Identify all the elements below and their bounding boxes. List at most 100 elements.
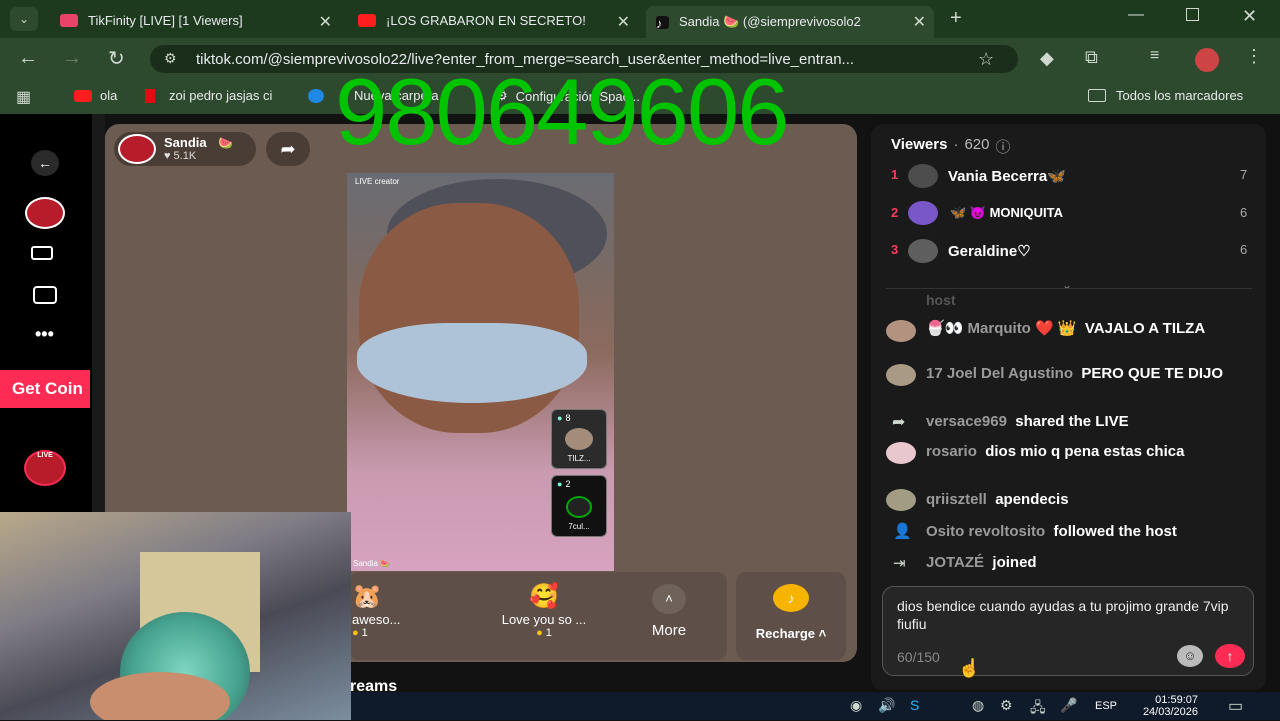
bookmark-ola[interactable]: ola [74, 88, 117, 103]
forward-icon[interactable]: → [62, 47, 82, 70]
overlay-phone-number: 980649606 [335, 59, 790, 164]
chat-input-box[interactable]: dios bendice cuando ayudas a tu projimo … [882, 586, 1254, 676]
bookmark-star-icon[interactable]: ☆ [978, 49, 994, 70]
tikfinity-favicon-icon [60, 13, 78, 27]
live-tv-icon[interactable] [33, 286, 57, 304]
viewer-avatar [908, 164, 938, 188]
emoji-icon[interactable]: ☺ [1177, 645, 1203, 667]
viewer-score: 6 [1240, 242, 1248, 257]
recharge-button[interactable]: ♪ Recharge ˄ [736, 572, 846, 660]
tiktok-favicon-icon: ♪ [656, 15, 669, 31]
chat-message: Osito revoltosito followed the host [926, 523, 1256, 541]
get-coins-button[interactable]: Get Coin [0, 370, 90, 408]
clock-date: 24/03/2026 [1142, 706, 1198, 718]
extension-icon[interactable]: ⧉ [1085, 47, 1098, 68]
steam-icon[interactable]: ⚙ [1000, 697, 1013, 714]
user-avatar[interactable] [25, 197, 65, 229]
chat-user: qriisztell [926, 491, 987, 508]
viewer-name: Geraldine♡ [948, 243, 1031, 260]
apps-grid-icon[interactable]: ▦ [16, 87, 31, 107]
help-icon[interactable]: ⓘ [995, 136, 1010, 157]
all-bookmarks[interactable]: Todos los marcadores [1088, 88, 1243, 103]
share-button[interactable]: ➦ [266, 132, 310, 166]
viewer-avatar [908, 239, 938, 263]
chevron-up-icon: ˄ [818, 626, 827, 641]
restore-icon[interactable] [1186, 8, 1199, 21]
faded-chat-text: host [926, 292, 956, 308]
gift-item-love-you[interactable]: 🥰 Love you so ... ● 1 [486, 582, 602, 652]
gift-item-awesome[interactable]: 🐹 aweso... ● 1 [352, 582, 422, 652]
collapse-chevron-icon[interactable]: ⌄ [1062, 278, 1072, 292]
volume-icon[interactable]: 🔊 [878, 697, 895, 714]
gift-price: 1 [545, 627, 552, 639]
chat-avatar [886, 489, 916, 511]
viewer-name: 🦋 😈 MONIQUITA [950, 205, 1064, 220]
gift-price: 1 [361, 627, 368, 639]
site-settings-icon[interactable]: ⚙ [164, 50, 177, 67]
send-button[interactable]: ↑ [1215, 644, 1245, 668]
host-name: Sandia [164, 135, 207, 150]
tiktok-sidebar: ← ••• Get Coin LIVE [0, 114, 92, 514]
back-arrow-button[interactable]: ← [31, 150, 59, 176]
gift-name: aweso... [352, 612, 401, 627]
microphone-icon[interactable]: 🎤 [1060, 697, 1077, 714]
host-likes: 5.1K [173, 150, 197, 162]
host-pill[interactable]: Sandia 🍉 ♥ 5.1K [114, 132, 256, 166]
guest-count: 2 [565, 479, 571, 489]
network-icon[interactable]: 🖧 [1030, 697, 1046, 721]
more-dots-icon[interactable]: ••• [35, 324, 54, 345]
tab-tiktok-live[interactable]: ♪ Sandia 🍉 (@siemprevivosolo2 ✕ [646, 6, 934, 38]
chat-input-text[interactable]: dios bendice cuando ayudas a tu projimo … [897, 597, 1243, 633]
guest-avatar [566, 496, 592, 518]
tab-tikfinity[interactable]: TikFinity [LIVE] [1 Viewers] ✕ [50, 6, 340, 34]
minimize-icon[interactable]: — [1128, 6, 1144, 24]
chat-message: rosario dios mio q pena estas chica [926, 443, 1256, 461]
guest-avatar [565, 428, 593, 450]
language-indicator[interactable]: ESP [1095, 700, 1117, 712]
chat-text: joined [992, 554, 1037, 571]
chat-user: rosario [926, 443, 977, 460]
close-tab-icon[interactable]: ✕ [319, 12, 332, 32]
guest-thumb-1[interactable]: ● 8 TILZ... [551, 409, 607, 469]
coin-icon: ● [557, 479, 563, 489]
camera-icon[interactable] [31, 246, 53, 260]
coin-icon: ● [536, 627, 543, 639]
chat-text: VAJALO A TILZA [1084, 320, 1206, 337]
close-tab-icon[interactable]: ✕ [913, 12, 926, 32]
guest-thumb-2[interactable]: ● 2 7cul... [551, 475, 607, 537]
more-gifts-button[interactable]: ˄ More [640, 584, 698, 648]
extension-diamond-icon[interactable]: ◆ [1040, 48, 1054, 69]
live-avatar[interactable]: LIVE [24, 450, 66, 486]
viewer-score: 7 [1240, 167, 1248, 182]
skype-icon[interactable]: S [910, 697, 919, 713]
new-tab-icon[interactable]: + [950, 7, 962, 30]
viewer-score: 6 [1240, 205, 1248, 220]
chat-text: followed the host [1053, 523, 1177, 540]
gift-price-row: ● 1 [486, 627, 602, 639]
menu-icon[interactable]: ⋮ [1245, 46, 1263, 67]
reload-icon[interactable]: ↻ [108, 46, 125, 71]
chrome-tray-icon[interactable]: ◍ [972, 697, 984, 714]
video-label: LIVE creator [355, 177, 400, 186]
close-window-icon[interactable]: ✕ [1242, 6, 1257, 27]
folder-icon [1088, 89, 1106, 102]
divider [886, 288, 1252, 289]
notifications-icon[interactable]: ▭ [1228, 696, 1243, 716]
clock[interactable]: 01:59:07 24/03/2026 [1136, 694, 1198, 718]
tab-title: Sandia 🍉 (@siemprevivosolo2 [679, 14, 861, 29]
viewer-rank: 1 [891, 167, 899, 182]
gift-price-row: ● 1 [352, 627, 422, 639]
get-coins-label: Get Coin [12, 379, 83, 398]
youtube-favicon-icon [358, 13, 376, 27]
back-icon[interactable]: ← [18, 47, 38, 70]
tab-search-button[interactable]: ⌄ [10, 7, 38, 31]
tab-video[interactable]: ¡LOS GRABARON EN SECRETO! ✕ [348, 6, 638, 34]
profile-avatar[interactable] [1195, 48, 1219, 72]
host-avatar[interactable] [118, 134, 156, 164]
media-icon[interactable]: ≡ [1150, 47, 1159, 65]
discord-icon[interactable]: ◉ [850, 697, 862, 714]
close-tab-icon[interactable]: ✕ [617, 12, 630, 32]
tab-title: TikFinity [LIVE] [1 Viewers] [88, 12, 243, 28]
bookmark-zoi[interactable]: zoi pedro jasjas ci [145, 88, 272, 103]
watermelon-icon: 🍉 [379, 559, 390, 568]
